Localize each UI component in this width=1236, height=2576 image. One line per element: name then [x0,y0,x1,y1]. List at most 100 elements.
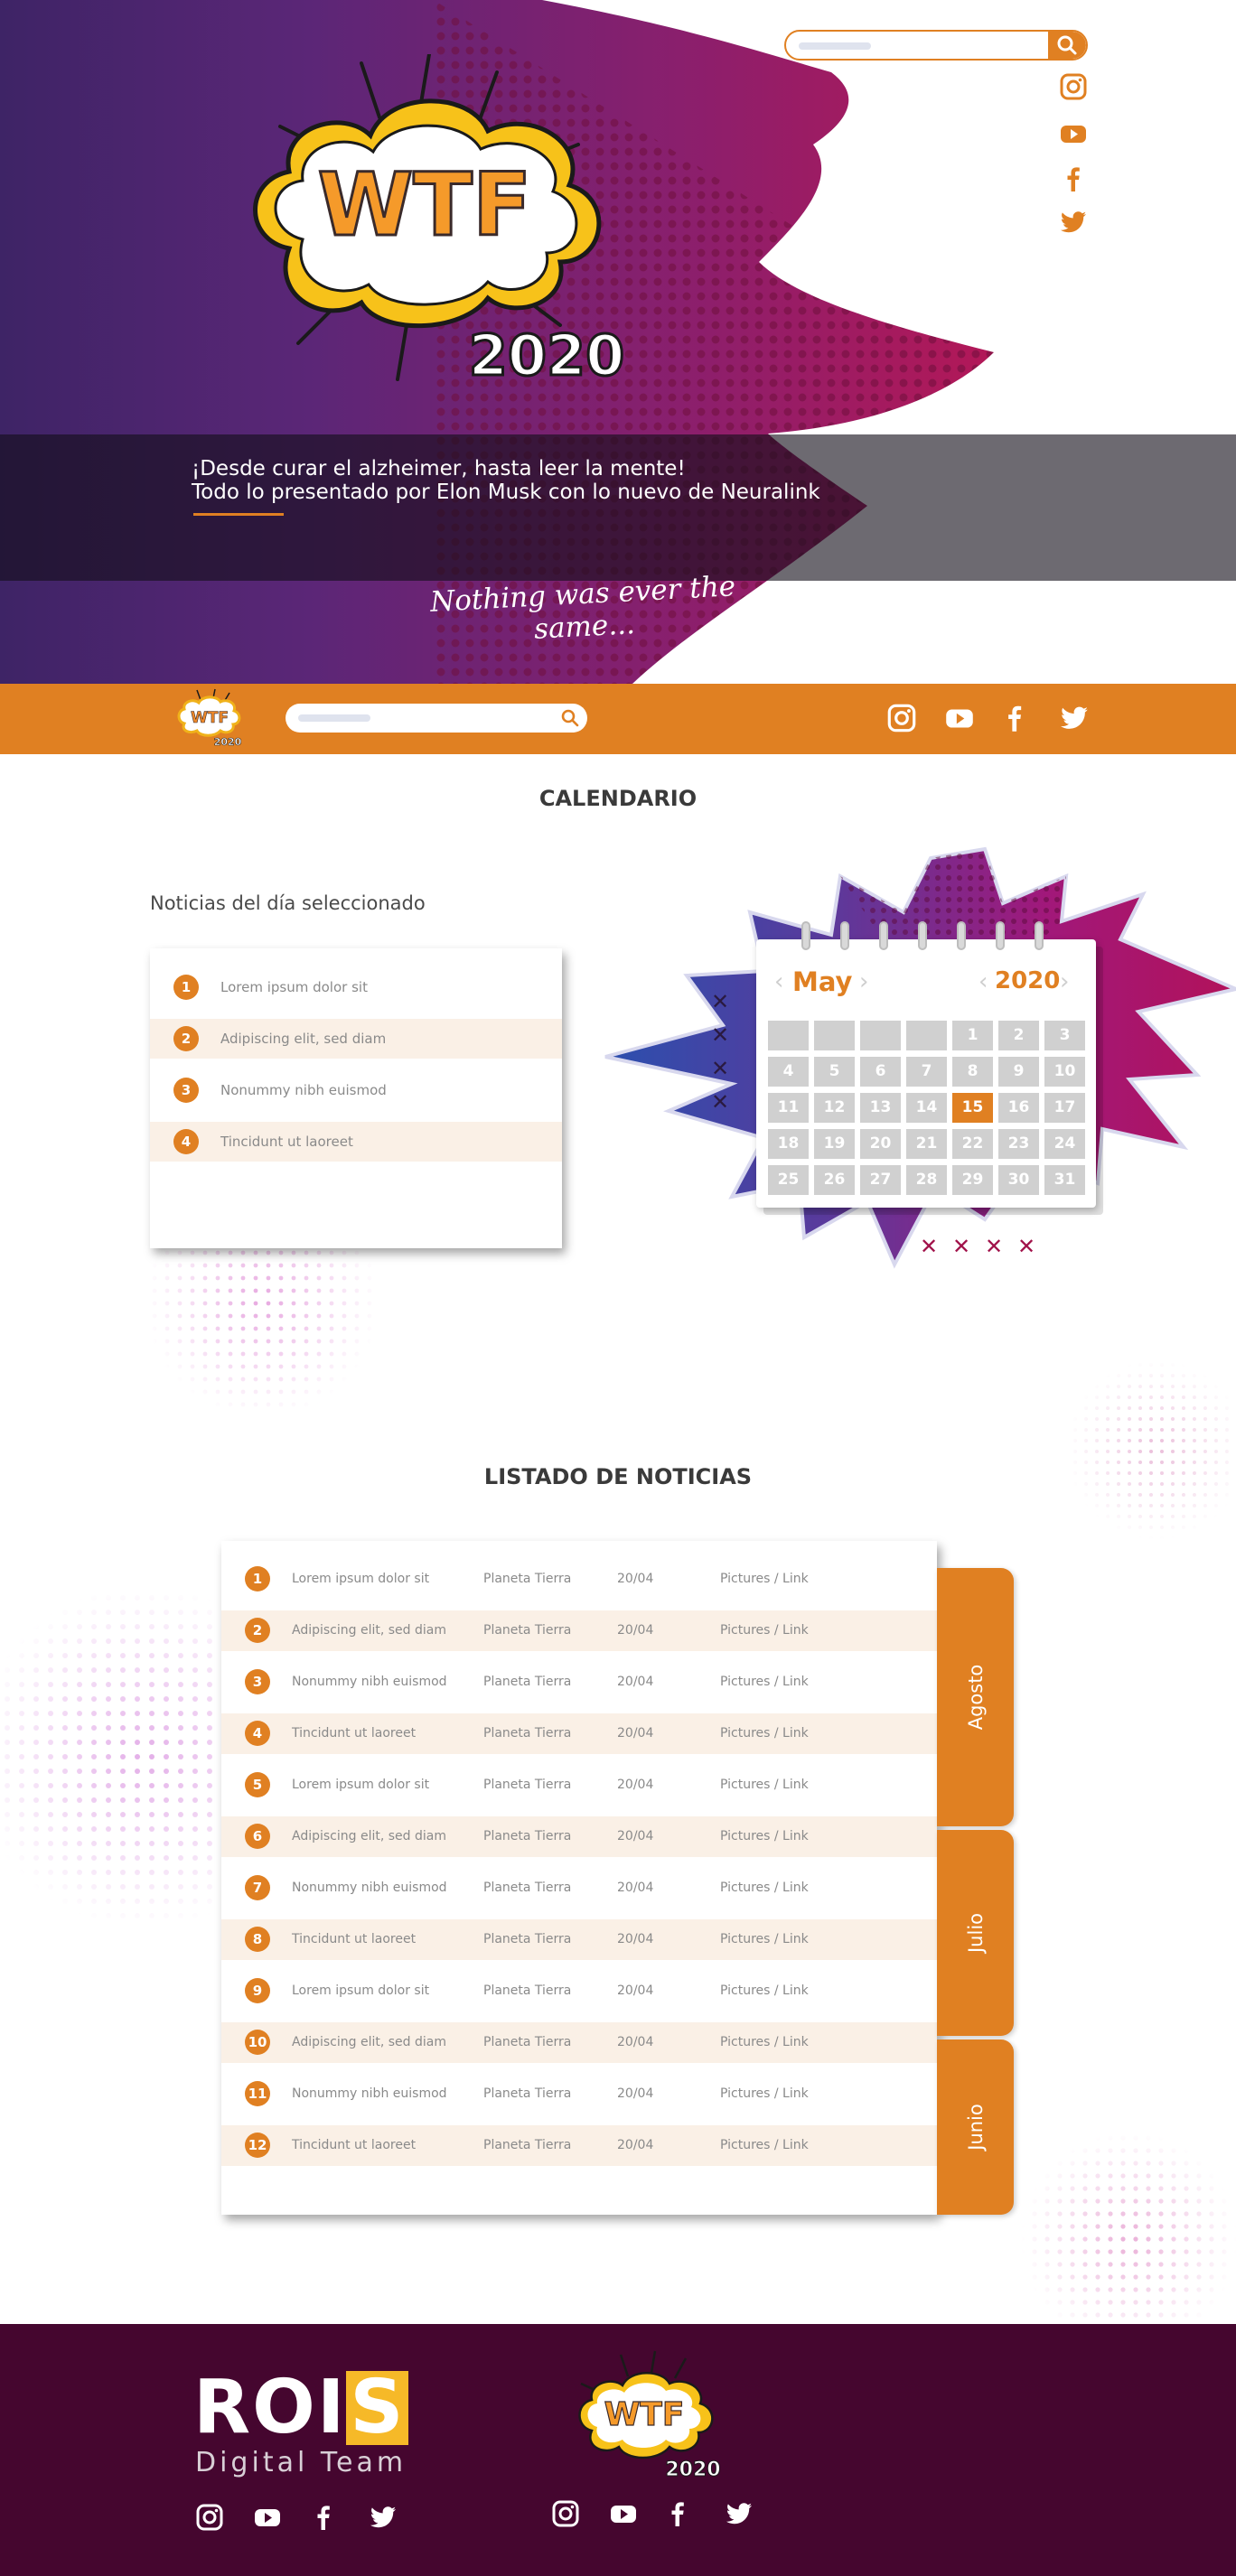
month-tab-agosto[interactable]: Agosto [937,1568,1014,1826]
twitter-icon[interactable] [1057,206,1090,238]
calendar-day[interactable]: 18 [768,1129,809,1159]
calendar-day[interactable]: 14 [906,1093,947,1123]
calendar-empty-cell [860,1021,901,1050]
calendar-day[interactable]: 31 [1044,1165,1085,1195]
youtube-icon[interactable] [607,2497,640,2530]
headline-line-2[interactable]: Todo lo presentado por Elon Musk con lo … [192,481,820,504]
news-list-row[interactable]: 1 Lorem ipsum dolor sit Planeta Tierra 20/0… [221,1559,937,1600]
news-list-row[interactable]: 5 Lorem ipsum dolor sit Planeta Tierra 20/0… [221,1765,937,1806]
news-list-row[interactable]: 11 Nonummy nibh euismod Planeta Tierra 20/0… [221,2074,937,2114]
calendar-day[interactable]: 28 [906,1165,947,1195]
day-news-item[interactable]: 3 Nonummy nibh euismod [150,1070,562,1110]
row-number: 7 [245,1875,270,1900]
day-news-item[interactable]: 1 Lorem ipsum dolor sit [150,967,562,1007]
headline-line-1[interactable]: ¡Desde curar el alzheimer, hasta leer la… [192,457,686,481]
row-media-link[interactable]: Pictures / Link [720,1572,809,1586]
calendar-day[interactable]: 30 [998,1165,1039,1195]
twitter-icon[interactable] [1057,701,1091,735]
instagram-icon[interactable] [193,2501,226,2534]
calendar-day-selected[interactable]: 15 [952,1093,993,1123]
day-news-item[interactable]: 4 Tincidunt ut laoreet [150,1122,562,1162]
facebook-icon[interactable] [661,2497,694,2530]
news-list-row[interactable]: 4 Tincidunt ut laoreet Planeta Tierra 20/04… [221,1713,937,1754]
calendar-day[interactable]: 26 [814,1165,855,1195]
youtube-icon[interactable] [942,701,977,735]
calendar-day[interactable]: 27 [860,1165,901,1195]
row-media-link[interactable]: Pictures / Link [720,2086,809,2101]
row-media-link[interactable]: Pictures / Link [720,1829,809,1843]
calendar-day[interactable]: 19 [814,1129,855,1159]
facebook-icon[interactable] [307,2501,340,2534]
next-month-chevron-icon[interactable]: › [859,968,868,995]
calendar-day[interactable]: 3 [1044,1021,1085,1050]
calendar-day[interactable]: 12 [814,1093,855,1123]
calendar-day[interactable]: 29 [952,1165,993,1195]
row-media-link[interactable]: Pictures / Link [720,1726,809,1741]
month-tab-junio[interactable]: Junio [937,2039,1014,2215]
calendar-section-title: CALENDARIO [538,786,698,811]
calendar-day[interactable]: 24 [1044,1129,1085,1159]
news-list-row[interactable]: 10 Adipiscing elit, sed diam Planeta Tierr… [221,2022,937,2063]
news-list-row[interactable]: 6 Adipiscing elit, sed diam Planeta Tierra… [221,1816,937,1857]
calendar-day[interactable]: 2 [998,1021,1039,1050]
search-button[interactable] [1048,32,1086,59]
youtube-icon[interactable] [251,2501,284,2534]
calendar-year: 2020 [995,967,1061,994]
decorative-dots [145,1246,379,1409]
nav-logo[interactable]: WTF 2020 [173,687,246,751]
twitter-icon[interactable] [723,2497,755,2530]
hero-search-input[interactable] [784,30,1088,61]
news-list-row[interactable]: 12 Tincidunt ut laoreet Planeta Tierra 20/0… [221,2125,937,2166]
row-media-link[interactable]: Pictures / Link [720,1881,809,1895]
news-list-row[interactable]: 8 Tincidunt ut laoreet Planeta Tierra 20/04… [221,1919,937,1960]
calendar-day[interactable]: 5 [814,1057,855,1087]
calendar-day[interactable]: 6 [860,1057,901,1087]
nav-search-input[interactable] [286,704,587,733]
calendar-day[interactable]: 17 [1044,1093,1085,1123]
instagram-icon[interactable] [549,2497,582,2530]
next-year-chevron-icon[interactable]: › [1060,968,1069,995]
calendar-day[interactable]: 21 [906,1129,947,1159]
calendar-day[interactable]: 10 [1044,1057,1085,1087]
calendar-day[interactable]: 8 [952,1057,993,1087]
x-mark: ✕ [952,1234,971,1259]
item-number: 1 [173,975,199,1000]
news-list-row[interactable]: 9 Lorem ipsum dolor sit Planeta Tierra 20/0… [221,1971,937,2011]
row-media-link[interactable]: Pictures / Link [720,1675,809,1689]
row-media-link[interactable]: Pictures / Link [720,1932,809,1946]
calendar-day[interactable]: 9 [998,1057,1039,1087]
day-news-item[interactable]: 2 Adipiscing elit, sed diam [150,1019,562,1059]
prev-year-chevron-icon[interactable]: ‹ [978,968,988,995]
news-list-row[interactable]: 7 Nonummy nibh euismod Planeta Tierra 20/04… [221,1868,937,1909]
facebook-icon[interactable] [997,701,1032,735]
prev-month-chevron-icon[interactable]: ‹ [774,968,783,995]
footer-logo-text: WTF [604,2396,685,2433]
row-media-link[interactable]: Pictures / Link [720,2035,809,2049]
search-icon[interactable] [558,706,582,730]
calendar-day[interactable]: 1 [952,1021,993,1050]
twitter-icon[interactable] [367,2501,399,2534]
calendar-day[interactable]: 4 [768,1057,809,1087]
row-media-link[interactable]: Pictures / Link [720,1983,809,1998]
row-date: 20/04 [617,1829,654,1843]
facebook-icon[interactable] [1057,163,1090,195]
calendar-day[interactable]: 22 [952,1129,993,1159]
calendar-day[interactable]: 7 [906,1057,947,1087]
news-list-row[interactable]: 2 Adipiscing elit, sed diam Planeta Tierra… [221,1610,937,1651]
row-date: 20/04 [617,1932,654,1946]
calendar-day[interactable]: 16 [998,1093,1039,1123]
calendar-day[interactable]: 25 [768,1165,809,1195]
calendar-day[interactable]: 11 [768,1093,809,1123]
row-media-link[interactable]: Pictures / Link [720,2138,809,2152]
calendar-day[interactable]: 13 [860,1093,901,1123]
calendar-day[interactable]: 20 [860,1129,901,1159]
instagram-icon[interactable] [1057,70,1090,103]
row-media-link[interactable]: Pictures / Link [720,1623,809,1638]
news-list-row[interactable]: 3 Nonummy nibh euismod Planeta Tierra 20/04… [221,1662,937,1703]
youtube-icon[interactable] [1057,117,1090,150]
row-media-link[interactable]: Pictures / Link [720,1778,809,1792]
calendar-day[interactable]: 23 [998,1129,1039,1159]
month-tab-julio[interactable]: Julio [937,1830,1014,2036]
instagram-icon[interactable] [885,701,919,735]
row-location: Planeta Tierra [483,1572,572,1586]
